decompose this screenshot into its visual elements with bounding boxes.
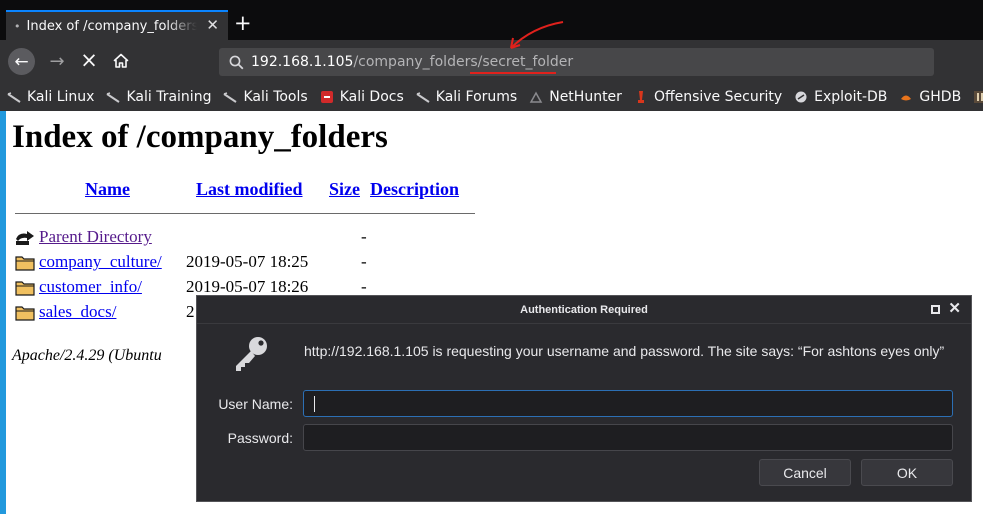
password-field[interactable]	[303, 424, 953, 451]
username-field[interactable]	[303, 390, 953, 417]
row-modified: 2019-05-07 18:26	[186, 277, 309, 296]
back-folder-icon	[16, 231, 34, 245]
search-icon	[229, 55, 244, 69]
server-signature: Apache/2.4.29 (Ubuntu	[12, 347, 162, 364]
offsec-icon	[634, 90, 648, 104]
annotation-arrow-icon	[510, 21, 564, 49]
ghdb-icon	[899, 90, 913, 104]
bookmark-label: Kali Linux	[27, 88, 95, 105]
row-size: -	[361, 277, 367, 296]
folder-icon	[15, 281, 35, 296]
annotation-underline	[470, 72, 556, 74]
active-tab[interactable]: • Index of /company_folders ✕	[6, 10, 228, 40]
close-icon: ×	[80, 48, 98, 72]
arrow-left-icon: ←	[14, 51, 29, 72]
new-tab-button[interactable]: +	[234, 12, 252, 34]
tab-loading-dot: •	[14, 19, 21, 33]
bookmark-kali-training[interactable]: Kali Training	[106, 89, 211, 105]
stop-button[interactable]: ×	[77, 48, 101, 72]
password-label: Password:	[227, 430, 293, 446]
column-header-size[interactable]: Size	[329, 179, 360, 200]
username-label: User Name:	[218, 396, 293, 412]
bookmark-label: Kali Training	[126, 88, 212, 105]
forward-button[interactable]: →	[45, 49, 69, 73]
parent-directory-link[interactable]: Parent Directory	[39, 227, 152, 247]
arrow-right-icon: →	[49, 50, 65, 72]
divider	[15, 213, 475, 214]
url-host: 192.168.1.105	[251, 54, 354, 70]
row-size: -	[361, 252, 367, 271]
home-icon	[113, 53, 129, 68]
bookmarks-toolbar: Kali Linux Kali Training Kali Tools Kali…	[0, 82, 983, 111]
maximize-icon[interactable]	[931, 305, 940, 314]
bookmark-exploit-db[interactable]: Exploit-DB	[794, 89, 887, 105]
row-size: -	[361, 227, 367, 246]
bookmark-kali-tools[interactable]: Kali Tools	[223, 88, 308, 105]
kali-dragon-icon	[223, 90, 238, 104]
folder-icon	[15, 256, 35, 271]
folder-link-sales-docs[interactable]: sales_docs/	[39, 302, 116, 322]
auth-dialog: Authentication Required ✕ http://192.168…	[196, 295, 972, 502]
kali-docs-icon	[320, 90, 334, 104]
bookmark-nethunter[interactable]: NetHunter	[529, 89, 622, 105]
column-header-last-modified[interactable]: Last modified	[196, 179, 303, 200]
desktop-edge	[0, 111, 6, 514]
kali-dragon-icon	[416, 90, 430, 104]
bookmark-kali-linux[interactable]: Kali Linux	[7, 89, 94, 105]
key-icon	[236, 337, 267, 371]
bookmark-label: Offensive Security	[653, 88, 783, 105]
url-bar[interactable]: 192.168.1.105/company_folders/secret_fol…	[219, 48, 934, 76]
column-header-name[interactable]: Name	[85, 179, 130, 200]
nethunter-icon	[529, 90, 543, 104]
folder-link-company-culture[interactable]: company_culture/	[39, 252, 162, 272]
home-button[interactable]	[110, 50, 132, 72]
folder-link-customer-info[interactable]: customer_info/	[39, 277, 142, 297]
bookmark-label: Kali Docs	[339, 88, 404, 105]
tab-title: Index of /company_folders	[26, 18, 197, 34]
kali-dragon-icon	[106, 90, 121, 104]
bookmark-label: Exploit-DB	[814, 88, 888, 105]
exploitdb-icon	[794, 90, 808, 104]
bookmark-label: Kali Tools	[243, 88, 308, 105]
folder-icon	[15, 306, 35, 321]
tab-close-icon[interactable]: ✕	[206, 16, 219, 34]
bookmark-label: Kali Forums	[435, 88, 518, 105]
cancel-button[interactable]: Cancel	[759, 459, 851, 486]
dialog-close-icon[interactable]: ✕	[948, 299, 961, 317]
back-button[interactable]: ←	[8, 48, 35, 75]
row-modified: 2	[186, 302, 195, 321]
dialog-title: Authentication Required	[520, 303, 648, 316]
url-text: 192.168.1.105/company_folders/secret_fol…	[251, 54, 573, 70]
url-path: /company_folders/secret_folder	[353, 54, 574, 70]
bookmark-kali-docs[interactable]: Kali Docs	[320, 89, 404, 105]
bookmark-kali-forums[interactable]: Kali Forums	[416, 89, 517, 105]
dialog-titlebar: Authentication Required ✕	[197, 296, 971, 324]
text-cursor	[314, 396, 315, 412]
tab-bar: • Index of /company_folders ✕ +	[0, 0, 983, 40]
column-header-description[interactable]: Description	[370, 179, 459, 200]
bookmark-offensive-security[interactable]: Offensive Security	[634, 89, 782, 105]
dialog-message: http://192.168.1.105 is requesting your …	[304, 343, 945, 359]
bookmark-ghdb[interactable]: GHDB	[899, 89, 961, 105]
msfu-icon	[973, 90, 983, 104]
bookmark-label: GHDB	[919, 88, 962, 105]
page-title: Index of /company_folders	[12, 119, 388, 155]
row-modified: 2019-05-07 18:25	[186, 252, 309, 271]
kali-dragon-icon	[7, 90, 21, 104]
bookmark-msfu[interactable]: M	[973, 89, 983, 105]
bookmark-label: NetHunter	[549, 88, 622, 105]
ok-button[interactable]: OK	[861, 459, 953, 486]
